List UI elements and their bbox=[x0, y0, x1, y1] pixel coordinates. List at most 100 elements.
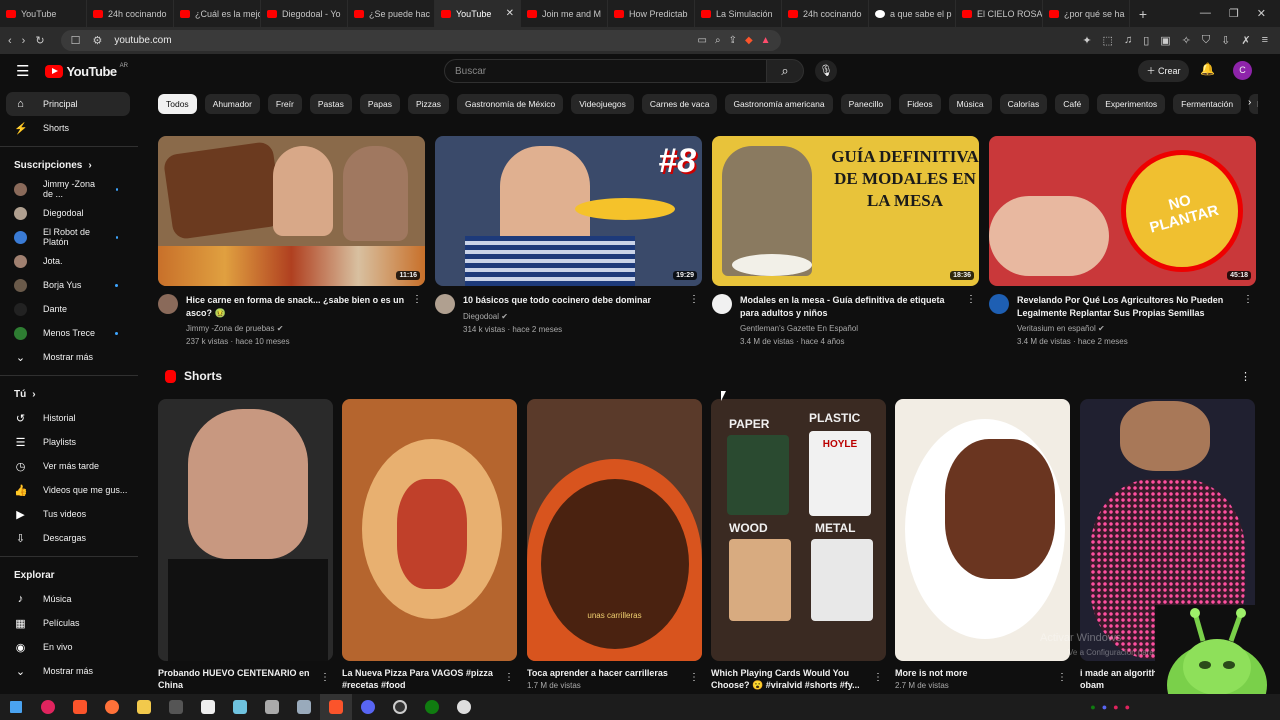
chip[interactable]: Música bbox=[948, 94, 992, 114]
menu-icon[interactable]: ≡ bbox=[1262, 34, 1268, 47]
video-menu-icon[interactable]: ⋮ bbox=[1243, 294, 1253, 305]
chip[interactable]: Fideos bbox=[899, 94, 941, 114]
short-title[interactable]: Toca aprender a hacer carrilleras bbox=[527, 667, 682, 679]
search-input[interactable]: Buscar bbox=[444, 59, 767, 83]
channel-name[interactable]: Jimmy -Zona de pruebas ✔ bbox=[186, 322, 411, 335]
bookmark-icon[interactable]: ☐ bbox=[71, 34, 81, 47]
video-thumbnail[interactable]: 11:16 bbox=[158, 136, 425, 286]
voice-search-button[interactable]: 🎙 bbox=[815, 60, 837, 82]
sidebar-item-chevron-down[interactable]: ⌄ Mostrar más bbox=[0, 659, 130, 683]
video-card[interactable]: NO PLANTAR 45:18 Revelando Por Qué Los Agr… bbox=[989, 136, 1256, 348]
subscriptions-heading[interactable]: Suscripciones › bbox=[0, 153, 138, 177]
channel-avatar[interactable] bbox=[435, 294, 455, 314]
leo-icon[interactable]: ✧ bbox=[1182, 34, 1191, 47]
browser-tab[interactable]: 24h cocinando bbox=[87, 0, 174, 27]
short-menu-icon[interactable]: ⋮ bbox=[504, 672, 514, 683]
zoom-icon[interactable]: ⌕ bbox=[715, 35, 721, 46]
browser-tab[interactable]: ¿Cuál es la mejo bbox=[174, 0, 261, 27]
tab-close-icon[interactable]: ✕ bbox=[506, 8, 514, 19]
wallet-icon[interactable]: ▣ bbox=[1160, 34, 1170, 47]
browser-tab[interactable]: El CIELO ROSA bbox=[956, 0, 1043, 27]
close-icon[interactable]: ✕ bbox=[1257, 7, 1266, 20]
video-menu-icon[interactable]: ⋮ bbox=[412, 294, 422, 305]
cast-icon[interactable]: ▭ bbox=[698, 35, 707, 46]
back-icon[interactable]: ‹ bbox=[8, 35, 12, 47]
browser-tab[interactable]: 24h cocinando bbox=[782, 0, 869, 27]
sidebar-item-clock[interactable]: ◷ Ver más tarde bbox=[0, 454, 130, 478]
taskbar-app-icon-4[interactable] bbox=[448, 694, 480, 720]
rewards-icon[interactable]: ▲ bbox=[761, 35, 771, 46]
chips-next-icon[interactable]: › bbox=[1248, 97, 1251, 108]
short-title[interactable]: Which Playing Cards Would You Choose? 😮 … bbox=[711, 667, 866, 691]
video-title[interactable]: Hice carne en forma de snack... ¿sabe bi… bbox=[186, 294, 411, 319]
taskbar-app-icon-2[interactable] bbox=[256, 694, 288, 720]
video-title[interactable]: Modales en la mesa - Guía definitiva de … bbox=[740, 294, 965, 319]
brave-shield-icon[interactable]: ◆ bbox=[745, 35, 753, 46]
browser-tab[interactable]: Diegodoal - Yo bbox=[261, 0, 348, 27]
browser-tab[interactable]: ¿por qué se ha bbox=[1043, 0, 1130, 27]
video-menu-icon[interactable]: ⋮ bbox=[966, 294, 976, 305]
chip[interactable]: Videojuegos bbox=[571, 94, 634, 114]
firefox-taskbar-icon[interactable] bbox=[96, 694, 128, 720]
sidebar-icon[interactable]: ▯ bbox=[1143, 34, 1149, 47]
video-title[interactable]: 10 básicos que todo cocinero debe domina… bbox=[463, 294, 688, 307]
show-more-button[interactable]: ⌄ Mostrar más bbox=[0, 345, 130, 369]
chip[interactable]: Calorías bbox=[999, 94, 1048, 114]
browser-tab[interactable]: How Predictab bbox=[608, 0, 695, 27]
pin-icon[interactable]: ✗ bbox=[1241, 34, 1250, 47]
short-menu-icon[interactable]: ⋮ bbox=[1057, 672, 1067, 683]
site-info-icon[interactable]: ⚙ bbox=[92, 34, 102, 47]
short-menu-icon[interactable]: ⋮ bbox=[873, 672, 883, 683]
chip[interactable]: Café bbox=[1055, 94, 1090, 114]
notifications-bell-icon[interactable]: 🔔 bbox=[1200, 62, 1215, 76]
calculator-icon[interactable] bbox=[160, 694, 192, 720]
share-icon[interactable]: ⇪ bbox=[729, 35, 737, 46]
file-explorer-icon[interactable] bbox=[128, 694, 160, 720]
you-heading[interactable]: Tú › bbox=[0, 382, 138, 406]
tray-xbox-icon[interactable]: ● bbox=[1090, 702, 1095, 712]
obs-icon[interactable] bbox=[384, 694, 416, 720]
channel-avatar[interactable] bbox=[989, 294, 1009, 314]
chip[interactable]: Papas bbox=[359, 94, 400, 114]
short-thumbnail[interactable] bbox=[158, 399, 333, 661]
video-thumbnail[interactable]: GUÍA DEFINITIVA DE MODALES EN LA MESA 18:… bbox=[712, 136, 979, 286]
subscription-item[interactable]: Borja Yus bbox=[0, 273, 130, 297]
browser-tab[interactable]: ¿Se puede hac bbox=[348, 0, 435, 27]
sidebar-item-live[interactable]: ◉ En vivo bbox=[0, 635, 130, 659]
tray-app-icon[interactable]: ● bbox=[1113, 702, 1118, 712]
subscription-item[interactable]: Menos Trece bbox=[0, 321, 130, 345]
reload-icon[interactable]: ↻ bbox=[35, 34, 44, 47]
sidebar-item-film[interactable]: ▦ Películas bbox=[0, 611, 130, 635]
notepad-icon[interactable] bbox=[224, 694, 256, 720]
xbox-icon[interactable] bbox=[416, 694, 448, 720]
chip[interactable]: Fermentación bbox=[1173, 94, 1242, 114]
short-title[interactable]: More is not more bbox=[895, 667, 1050, 679]
avatar[interactable]: C bbox=[1233, 61, 1252, 80]
minimize-icon[interactable]: — bbox=[1200, 7, 1211, 20]
short-thumbnail[interactable] bbox=[895, 399, 1070, 661]
tray-discord-icon[interactable]: ● bbox=[1102, 702, 1107, 712]
sidebar-item-playlist[interactable]: ☰ Playlists bbox=[0, 430, 130, 454]
sidebar-item-shorts[interactable]: ⚡ Shorts bbox=[0, 116, 130, 140]
chip[interactable]: Freír bbox=[267, 94, 302, 114]
shorts-menu-icon[interactable]: ⋮ bbox=[1240, 370, 1251, 383]
short-card[interactable]: unas carrilleras Toca aprender a hacer ca… bbox=[527, 399, 702, 690]
short-title[interactable]: La Nueva Pizza Para VAGOS #pizza #receta… bbox=[342, 667, 497, 691]
chip[interactable]: Carnes de vaca bbox=[641, 94, 718, 114]
sidebar-item-video[interactable]: ▶ Tus videos bbox=[0, 502, 130, 526]
short-card[interactable]: PAPER PLASTIC HOYLE WOOD METAL Which Playing … bbox=[711, 399, 886, 691]
taskbar-app-icon-3[interactable] bbox=[288, 694, 320, 720]
sidebar-item-history[interactable]: ↺ Historial bbox=[0, 406, 130, 430]
brave-taskbar-icon[interactable] bbox=[64, 694, 96, 720]
browser-tab[interactable]: La Simulación bbox=[695, 0, 782, 27]
video-title[interactable]: Revelando Por Qué Los Agricultores No Pu… bbox=[1017, 294, 1242, 319]
subscription-item[interactable]: Jimmy -Zona de ... bbox=[0, 177, 130, 201]
chip[interactable]: Gastronomía americana bbox=[725, 94, 833, 114]
browser-tab[interactable]: YouTube bbox=[0, 0, 87, 27]
chip[interactable]: Panecillo bbox=[840, 94, 892, 114]
video-card[interactable]: GUÍA DEFINITIVA DE MODALES EN LA MESA 18:… bbox=[712, 136, 979, 348]
chip[interactable]: Pizzas bbox=[407, 94, 450, 114]
short-menu-icon[interactable]: ⋮ bbox=[320, 672, 330, 683]
chip[interactable]: Pastas bbox=[309, 94, 352, 114]
extensions-icon[interactable]: ✦ bbox=[1082, 34, 1091, 47]
